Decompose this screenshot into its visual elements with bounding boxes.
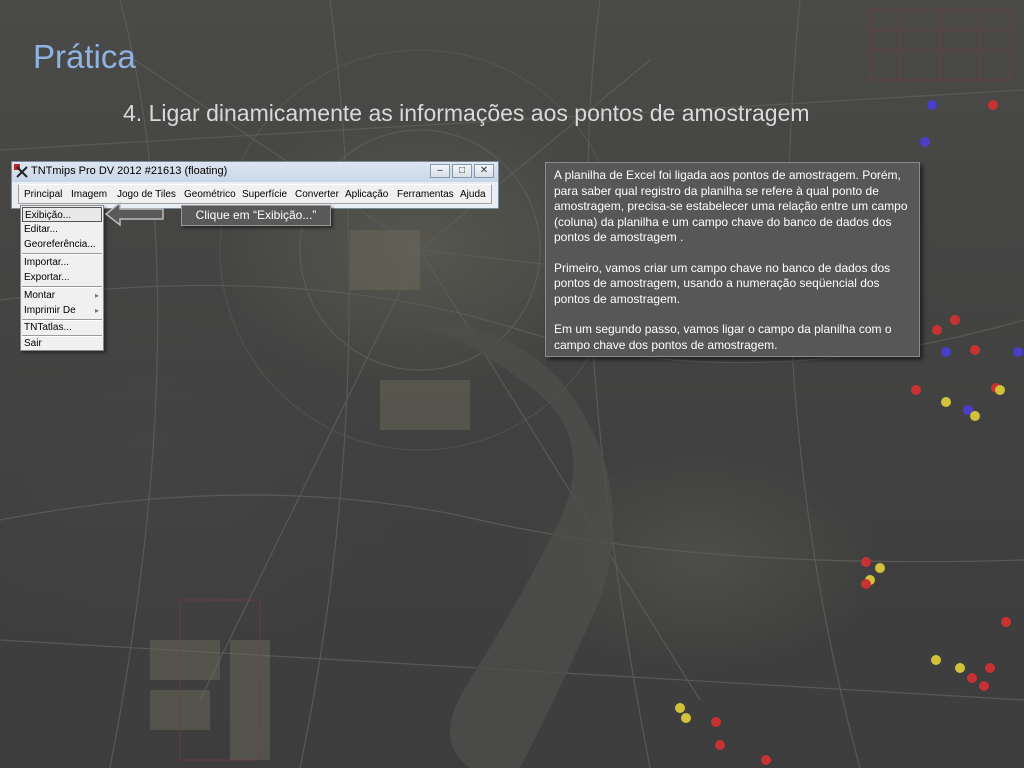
menubar: Principal Imagem Jogo de Tiles Geométric… — [18, 184, 492, 204]
menu-superficie[interactable]: Superfície — [242, 189, 287, 200]
menu-ajuda[interactable]: Ajuda — [460, 189, 486, 200]
info-paragraph: Em um segundo passo, vamos ligar o campo… — [554, 322, 892, 352]
menu-jogo-de-tiles[interactable]: Jogo de Tiles — [117, 189, 176, 200]
menu-item-label: Sair — [24, 338, 42, 349]
menu-item-exibicao[interactable]: Exibição... — [22, 207, 102, 222]
menu-principal[interactable]: Principal — [24, 189, 62, 200]
submenu-arrow-icon: ▸ — [94, 291, 99, 300]
menu-item-georeferencia[interactable]: Georeferência... — [22, 237, 102, 252]
menu-item-tntatlas[interactable]: TNTatlas... — [22, 320, 102, 335]
menu-item-label: Importar... — [24, 257, 70, 268]
close-button[interactable]: ✕ — [474, 164, 494, 178]
menu-item-label: Georeferência... — [24, 239, 96, 250]
menu-item-imprimir-de[interactable]: Imprimir De ▸ — [22, 303, 102, 318]
menu-item-label: Exibição... — [25, 210, 72, 221]
submenu-arrow-icon: ▸ — [94, 306, 99, 315]
info-paragraph: A planilha de Excel foi ligada aos ponto… — [554, 168, 908, 244]
minimize-button[interactable]: ‒ — [430, 164, 450, 178]
principal-dropdown-menu: Exibição... Editar... Georeferência... I… — [20, 205, 104, 351]
info-paragraph: Primeiro, vamos criar um campo chave no … — [554, 260, 891, 306]
app-icon — [14, 164, 28, 178]
info-box: A planilha de Excel foi ligada aos ponto… — [545, 162, 920, 357]
menu-item-label: Imprimir De — [24, 305, 76, 316]
menu-item-label: TNTatlas... — [24, 322, 72, 333]
menu-item-importar[interactable]: Importar... — [22, 255, 102, 270]
menu-item-sair[interactable]: Sair — [22, 336, 102, 351]
maximize-button[interactable]: □ — [452, 164, 472, 178]
menu-aplicacao[interactable]: Aplicação — [345, 189, 388, 200]
menu-item-exportar[interactable]: Exportar... — [22, 270, 102, 285]
menu-ferramentas[interactable]: Ferramentas — [397, 189, 454, 200]
callout-arrow-icon — [104, 201, 164, 227]
menu-imagem[interactable]: Imagem — [71, 189, 107, 200]
slide-title: Prática — [33, 38, 136, 75]
slide-subtitle: 4. Ligar dinamicamente as informações ao… — [123, 100, 810, 126]
window-titlebar[interactable]: TNTmips Pro DV 2012 #21613 (floating) ‒ … — [12, 162, 498, 182]
menu-item-label: Montar — [24, 290, 56, 301]
menu-item-montar[interactable]: Montar ▸ — [22, 288, 102, 303]
menu-item-editar[interactable]: Editar... — [22, 222, 102, 237]
menu-geometrico[interactable]: Geométrico — [184, 189, 236, 200]
window-title: TNTmips Pro DV 2012 #21613 (floating) — [31, 165, 228, 177]
menu-converter[interactable]: Converter — [295, 189, 339, 200]
callout-label: Clique em “Exibição...” — [181, 205, 331, 226]
tntmips-window[interactable]: TNTmips Pro DV 2012 #21613 (floating) ‒ … — [11, 161, 499, 209]
menu-item-label: Exportar... — [24, 272, 70, 283]
menu-item-label: Editar... — [24, 224, 58, 235]
